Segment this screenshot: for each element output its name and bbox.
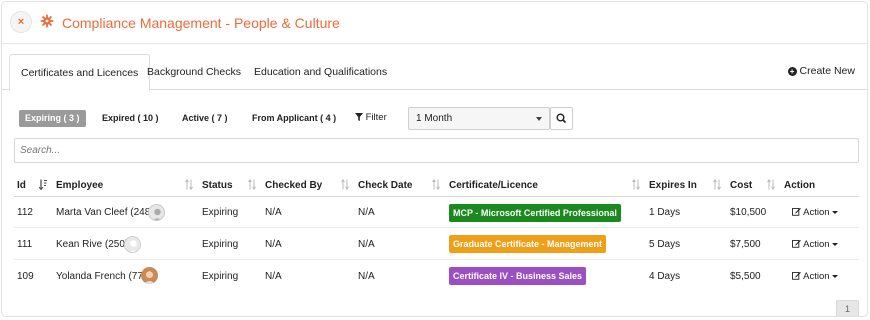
column-header-status[interactable]: Status	[202, 180, 233, 191]
filter-active[interactable]: Active ( 7 )	[176, 110, 234, 127]
cell-cost: $5,500	[730, 271, 761, 282]
cell-id: 109	[17, 271, 34, 282]
certificate-badge: MCP - Microsoft Certified Professional	[449, 204, 621, 222]
avatar	[124, 236, 141, 253]
search-button[interactable]	[550, 107, 573, 130]
cell-employee[interactable]: Yolanda French (77)	[56, 271, 146, 282]
cell-expires-in: 5 Days	[649, 239, 681, 250]
sort-icon[interactable]	[185, 179, 193, 190]
column-header-employee[interactable]: Employee	[56, 180, 103, 191]
table-header-divider	[14, 196, 859, 197]
column-header-certificate[interactable]: Certificate/Licence	[449, 180, 538, 191]
cell-id: 112	[17, 207, 33, 218]
pagination-page-button[interactable]: 1	[836, 300, 859, 316]
period-select[interactable]: 1 Month	[408, 107, 550, 130]
action-label: Action	[803, 271, 830, 282]
cell-status: Expiring	[202, 207, 239, 218]
filter-expired[interactable]: Expired ( 10 )	[96, 110, 165, 127]
user-photo-icon	[141, 267, 158, 284]
cell-status: Expiring	[202, 239, 239, 250]
tab-background-checks[interactable]: Background Checks	[136, 54, 252, 90]
edit-icon	[792, 239, 801, 248]
filter-icon	[355, 113, 363, 121]
filter-expiring[interactable]: Expiring ( 3 )	[19, 110, 86, 127]
period-select-value: 1 Month	[416, 113, 453, 124]
cell-status: Expiring	[202, 271, 239, 282]
column-header-expires-in[interactable]: Expires In	[649, 180, 697, 191]
action-dropdown[interactable]: Action	[792, 271, 838, 282]
certificate-badge: Certificate IV - Business Sales	[449, 267, 587, 285]
cell-check-date: N/A	[358, 271, 375, 282]
search-icon	[556, 113, 567, 124]
filter-label: Filter	[365, 112, 387, 123]
close-button[interactable]: ×	[10, 11, 32, 33]
compliance-window: × Compliance Management - People & Cultu…	[1, 1, 868, 317]
cell-id: 111	[17, 239, 33, 250]
column-header-checked-by[interactable]: Checked By	[265, 180, 322, 191]
edit-icon	[792, 271, 801, 280]
action-label: Action	[803, 239, 830, 250]
sort-icon[interactable]	[767, 179, 775, 190]
cell-expires-in: 1 Days	[649, 207, 681, 218]
cell-check-date: N/A	[358, 239, 375, 250]
filter-from-applicant[interactable]: From Applicant ( 4 )	[246, 110, 342, 127]
cell-checked-by: N/A	[265, 207, 282, 218]
tab-bar: Certificates and Licences Background Che…	[2, 54, 867, 91]
cell-expires-in: 4 Days	[649, 271, 681, 282]
column-header-check-date[interactable]: Check Date	[358, 180, 412, 191]
certificate-badge: Graduate Certificate - Management	[449, 235, 607, 253]
action-dropdown[interactable]: Action	[792, 207, 838, 218]
action-dropdown[interactable]: Action	[792, 239, 838, 250]
column-header-id[interactable]: Id	[17, 180, 26, 191]
column-header-cost[interactable]: Cost	[730, 180, 752, 191]
user-silhouette-icon	[129, 240, 138, 252]
search-input[interactable]	[14, 138, 859, 163]
cell-employee[interactable]: Kean Rive (250)	[56, 239, 128, 250]
sort-icon[interactable]	[341, 179, 349, 190]
sort-icon[interactable]	[432, 179, 440, 190]
sort-icon[interactable]	[632, 179, 640, 190]
cell-checked-by: N/A	[265, 239, 282, 250]
sort-icon[interactable]	[713, 179, 721, 190]
tab-education-and-qualifications[interactable]: Education and Qualifications	[243, 54, 398, 90]
plus-circle-icon: +	[787, 67, 797, 76]
cell-checked-by: N/A	[265, 271, 282, 282]
chevron-down-icon	[536, 117, 542, 121]
column-header-action: Action	[784, 180, 816, 191]
gear-icon	[40, 14, 54, 28]
avatar	[148, 204, 165, 221]
cell-employee[interactable]: Marta Van Cleef (248)	[56, 207, 154, 218]
caret-down-icon	[831, 211, 838, 214]
sort-icon[interactable]	[248, 179, 256, 190]
avatar	[141, 267, 158, 284]
user-photo-icon	[153, 208, 162, 220]
create-new-button[interactable]: + Create New	[787, 65, 855, 77]
filter-button[interactable]: Filter	[355, 112, 387, 123]
edit-icon	[792, 207, 801, 216]
row-divider	[14, 259, 859, 260]
caret-down-icon	[831, 275, 838, 278]
sort-desc-icon[interactable]	[39, 179, 47, 190]
row-divider	[14, 227, 859, 228]
cell-cost: $7,500	[730, 239, 761, 250]
tab-certificates-and-licences[interactable]: Certificates and Licences	[9, 54, 151, 91]
cell-cost: $10,500	[730, 207, 767, 218]
create-new-label: Create New	[799, 65, 855, 77]
caret-down-icon	[831, 243, 838, 246]
page-title: Compliance Management - People & Culture	[62, 15, 340, 31]
cell-check-date: N/A	[358, 207, 375, 218]
action-label: Action	[803, 207, 830, 218]
window-header: × Compliance Management - People & Cultu…	[2, 2, 867, 44]
